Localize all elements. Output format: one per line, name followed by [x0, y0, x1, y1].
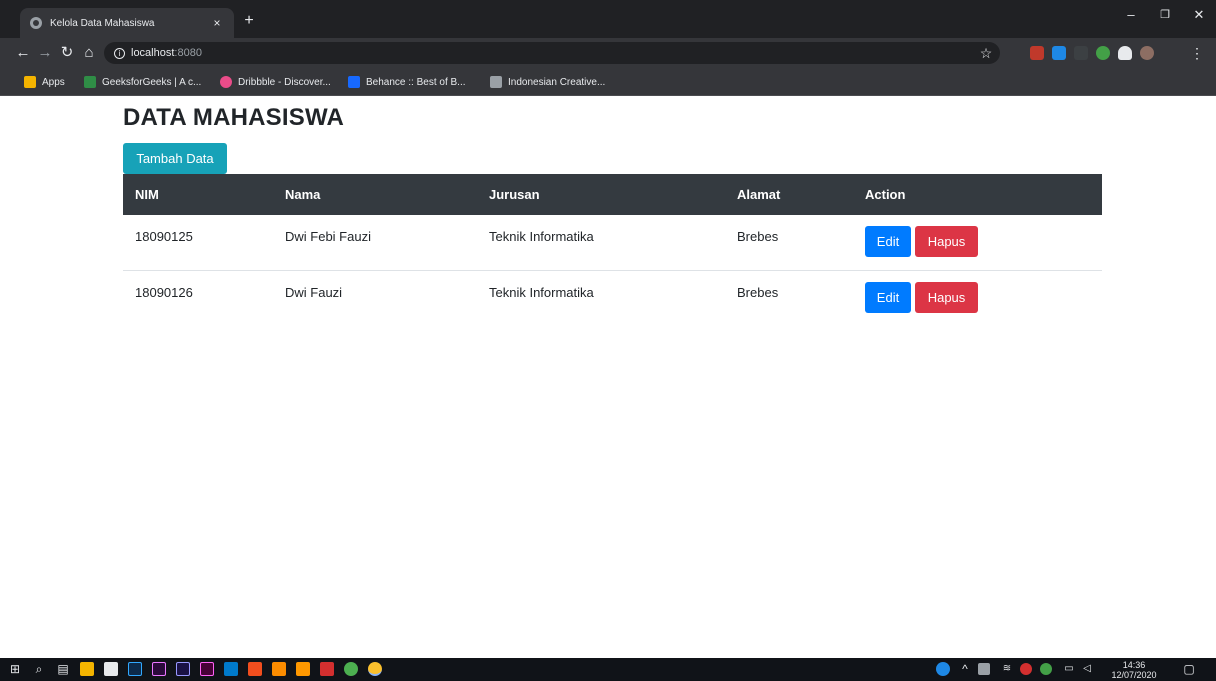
page-content: DATA MAHASISWA Tambah Data NIM Nama Juru… [0, 96, 1216, 658]
cell-jurusan: Teknik Informatika [489, 284, 594, 300]
extension-icon[interactable] [1074, 46, 1088, 60]
bookmark-label: GeeksforGeeks | A c... [102, 76, 202, 88]
chrome-icon[interactable] [368, 662, 382, 676]
cell-nama: Dwi Febi Fauzi [285, 229, 371, 244]
bookmark-label: Dribbble - Discover... [238, 76, 331, 88]
home-icon[interactable]: ⌂ [78, 42, 100, 64]
bookmark-star-icon[interactable]: ☆ [978, 42, 994, 64]
task-view-icon[interactable]: ▤ [54, 660, 72, 678]
premiere-icon[interactable] [152, 662, 166, 676]
bookmark-dribbble[interactable]: Dribbble - Discover... [220, 75, 331, 89]
column-header-action: Action [865, 187, 906, 202]
cell-nim: 18090125 [135, 229, 193, 244]
taskbar-clock[interactable]: 14:36 12/07/2020 [1104, 660, 1164, 680]
adobe-xd-icon[interactable] [200, 662, 214, 676]
browser-window: Kelola Data Mahasiswa × + – ❐ ✕ ← → ↻ ⌂ … [0, 0, 1216, 681]
edit-button[interactable]: Edit [865, 226, 911, 257]
file-explorer-icon[interactable] [80, 662, 94, 676]
delete-button[interactable]: Hapus [915, 226, 978, 257]
search-icon[interactable]: ⌕ [30, 660, 48, 678]
column-header-nama: Nama [285, 187, 321, 202]
forward-arrow-icon[interactable]: → [34, 42, 56, 64]
tray-app-icon[interactable] [1040, 663, 1052, 675]
cell-jurusan: Teknik Informatika [489, 229, 594, 244]
help-icon[interactable] [936, 662, 950, 676]
notification-icon[interactable]: ▢ [1180, 660, 1198, 678]
windows-taskbar: ⊞ ⌕ ▤ ^ ≋ ▭ ◁ 14:36 12/07/2020 ▢ [0, 658, 1216, 681]
column-header-nim: NIM [135, 187, 159, 202]
table-header-row: NIM Nama Jurusan Alamat Action [123, 174, 1102, 215]
photoshop-icon[interactable] [128, 662, 142, 676]
bookmarks-bar: Apps GeeksforGeeks | A c... Dribbble - D… [0, 68, 1216, 96]
windows-start-icon[interactable]: ⊞ [6, 660, 24, 678]
dribbble-icon [220, 76, 232, 88]
url-host: localhost [131, 47, 175, 59]
cell-action: Edit Hapus [853, 270, 1102, 325]
bookmark-label: Apps [42, 76, 65, 88]
close-window-button[interactable]: ✕ [1182, 0, 1216, 30]
back-arrow-icon[interactable]: ← [12, 42, 34, 64]
restore-button[interactable]: ❐ [1148, 0, 1182, 30]
bookmark-label: Indonesian Creative... [508, 76, 606, 88]
app-icon[interactable] [272, 662, 286, 676]
bookmark-label: Behance :: Best of B... [366, 76, 466, 88]
tab-close-button[interactable]: × [210, 16, 224, 30]
bookmark-behance[interactable]: Behance :: Best of B... [348, 75, 466, 89]
delete-button[interactable]: Hapus [915, 281, 978, 313]
tray-app-icon[interactable] [978, 663, 990, 675]
edit-button[interactable]: Edit [865, 281, 911, 313]
minimize-button[interactable]: – [1114, 0, 1148, 30]
browser-tab[interactable]: Kelola Data Mahasiswa × [20, 8, 234, 38]
column-header-jurusan: Jurusan [489, 187, 540, 202]
xampp-icon[interactable] [296, 662, 310, 676]
browser-toolbar: ← → ↻ ⌂ i localhost:8080 ☆ ⋮ [0, 38, 1216, 68]
store-icon[interactable] [104, 662, 118, 676]
cell-action: Edit Hapus [853, 215, 1102, 270]
tab-title: Kelola Data Mahasiswa [50, 17, 155, 29]
url-port: :8080 [174, 47, 202, 59]
bookmark-apps[interactable]: Apps [24, 75, 65, 89]
address-bar[interactable]: i localhost:8080 [104, 42, 1000, 64]
app-icon[interactable] [344, 662, 358, 676]
cell-nama: Dwi Fauzi [285, 284, 343, 300]
app-icon[interactable] [320, 662, 334, 676]
puzzle-icon[interactable] [1118, 46, 1132, 60]
apps-grid-icon [24, 76, 36, 88]
title-bar: Kelola Data Mahasiswa × + – ❐ ✕ [0, 0, 1216, 38]
tray-app-icon[interactable] [1020, 663, 1032, 675]
clock-date: 12/07/2020 [1111, 670, 1157, 680]
wifi-icon[interactable]: ≋ [998, 660, 1016, 678]
table-row: 18090126 Dwi Fauzi Teknik Informatika Br… [123, 270, 1102, 325]
info-icon[interactable]: i [114, 47, 125, 59]
reload-icon[interactable]: ↻ [56, 42, 78, 64]
battery-icon[interactable]: ▭ [1060, 660, 1078, 678]
clock-time: 14:36 [1122, 660, 1146, 670]
behance-icon [348, 76, 360, 88]
table-row: 18090125 Dwi Febi Fauzi Teknik Informati… [123, 215, 1102, 270]
menu-kebab-icon[interactable]: ⋮ [1186, 42, 1208, 64]
cell-alamat: Brebes [737, 229, 779, 244]
page-title: DATA MAHASISWA [123, 104, 345, 131]
volume-icon[interactable]: ◁ [1078, 660, 1096, 678]
extension-icon[interactable] [1096, 46, 1110, 60]
extension-icon[interactable] [1052, 46, 1066, 60]
after-effects-icon[interactable] [176, 662, 190, 676]
extension-icon[interactable] [1030, 46, 1044, 60]
figma-icon[interactable] [248, 662, 262, 676]
indonesian-creative-icon [490, 76, 502, 88]
student-table: NIM Nama Jurusan Alamat Action 18090125 … [123, 174, 1102, 325]
cell-alamat: Brebes [737, 284, 779, 300]
new-tab-button[interactable]: + [240, 12, 258, 30]
tray-chevron-icon[interactable]: ^ [956, 660, 974, 678]
bookmark-indonesian-creative[interactable]: Indonesian Creative... [490, 75, 605, 89]
vscode-icon[interactable] [224, 662, 238, 676]
geeksforgeeks-icon [84, 76, 96, 88]
column-header-alamat: Alamat [737, 187, 781, 202]
profile-avatar[interactable] [1140, 46, 1154, 60]
cell-nim: 18090126 [135, 284, 193, 300]
globe-icon [30, 17, 42, 29]
add-data-button[interactable]: Tambah Data [123, 143, 227, 174]
bookmark-geeksforgeeks[interactable]: GeeksforGeeks | A c... [84, 75, 201, 89]
